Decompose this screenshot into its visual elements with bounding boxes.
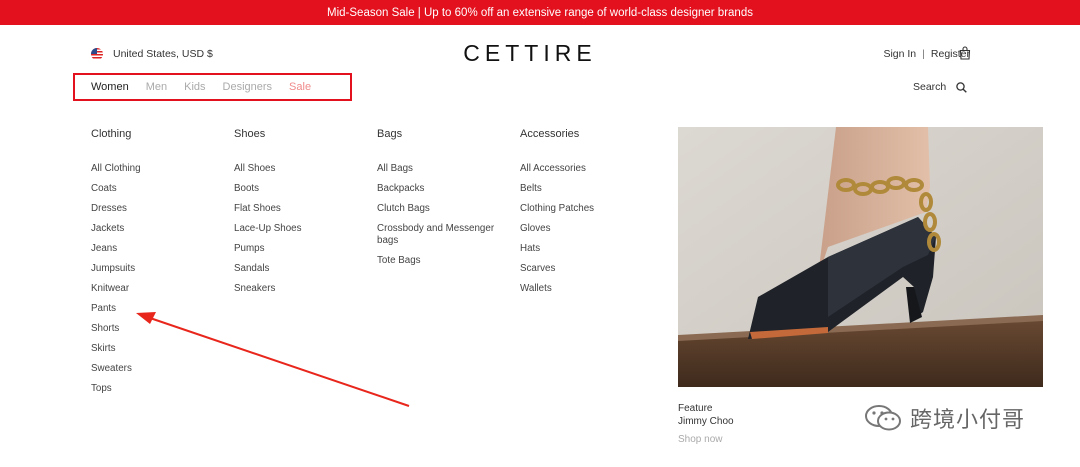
menu-column-title: Clothing <box>91 128 132 140</box>
search-label: Search <box>913 81 947 93</box>
search-button[interactable]: Search <box>913 81 968 93</box>
menu-link[interactable]: Gloves <box>520 219 594 239</box>
shop-now-link[interactable]: Shop now <box>678 433 734 446</box>
menu-link[interactable]: All Clothing <box>91 159 141 179</box>
menu-link[interactable]: Sweaters <box>91 359 141 379</box>
menu-link[interactable]: Clothing Patches <box>520 199 594 219</box>
menu-link[interactable]: Knitwear <box>91 279 141 299</box>
menu-link[interactable]: Clutch Bags <box>377 199 507 219</box>
menu-link[interactable]: Boots <box>234 179 302 199</box>
menu-link[interactable]: Belts <box>520 179 594 199</box>
feature-caption: Feature Jimmy Choo Shop now <box>678 402 734 446</box>
menu-link[interactable]: Shorts <box>91 319 141 339</box>
menu-link[interactable]: Jumpsuits <box>91 259 141 279</box>
feature-kicker: Feature <box>678 403 713 414</box>
menu-column-title: Accessories <box>520 128 580 140</box>
nav-item-kids[interactable]: Kids <box>184 81 205 93</box>
menu-link[interactable]: Crossbody and Messenger bags <box>377 219 507 251</box>
menu-link[interactable]: Hats <box>520 239 594 259</box>
search-icon <box>956 81 968 93</box>
menu-link[interactable]: Wallets <box>520 279 594 299</box>
account-separator: | <box>922 48 925 60</box>
menu-link[interactable]: All Shoes <box>234 159 302 179</box>
menu-link[interactable]: Tops <box>91 379 141 399</box>
site-logo[interactable]: CETTIRE <box>440 40 620 67</box>
nav-item-sale[interactable]: Sale <box>289 81 311 93</box>
promo-banner[interactable]: Mid-Season Sale | Up to 60% off an exten… <box>0 0 1080 25</box>
menu-link[interactable]: All Accessories <box>520 159 594 179</box>
main-nav: Women Men Kids Designers Sale <box>73 73 352 101</box>
menu-link[interactable]: Jeans <box>91 239 141 259</box>
menu-column-shoes: Shoes All Shoes Boots Flat Shoes Lace-Up… <box>234 128 302 299</box>
sign-in-link[interactable]: Sign In <box>883 48 916 60</box>
nav-item-women[interactable]: Women <box>91 81 129 93</box>
menu-link[interactable]: Backpacks <box>377 179 507 199</box>
watermark-text: 跨境小付哥 <box>910 408 1026 433</box>
menu-link[interactable]: Skirts <box>91 339 141 359</box>
menu-link[interactable]: Pumps <box>234 239 302 259</box>
menu-column-title: Bags <box>377 128 403 140</box>
account-links: Sign In | Register <box>883 48 970 60</box>
watermark: 跨境小付哥 <box>864 402 1025 434</box>
menu-link[interactable]: Dresses <box>91 199 141 219</box>
locale-selector[interactable]: United States, USD $ <box>91 48 213 60</box>
shopping-bag-icon[interactable] <box>959 46 971 60</box>
nav-item-designers[interactable]: Designers <box>223 81 273 93</box>
feature-image[interactable] <box>678 127 1043 387</box>
nav-item-men[interactable]: Men <box>146 81 167 93</box>
menu-link-pants[interactable]: Pants <box>91 299 141 319</box>
menu-link[interactable]: Coats <box>91 179 141 199</box>
menu-column-clothing: Clothing All Clothing Coats Dresses Jack… <box>91 128 141 399</box>
menu-link[interactable]: Sandals <box>234 259 302 279</box>
menu-column-bags: Bags All Bags Backpacks Clutch Bags Cros… <box>377 128 507 271</box>
menu-link[interactable]: Sneakers <box>234 279 302 299</box>
menu-column-title: Shoes <box>234 128 266 140</box>
menu-link[interactable]: Jackets <box>91 219 141 239</box>
locale-label: United States, USD $ <box>113 48 213 60</box>
wechat-icon <box>865 405 901 431</box>
menu-link[interactable]: Lace-Up Shoes <box>234 219 302 239</box>
menu-column-accessories: Accessories All Accessories Belts Clothi… <box>520 128 594 299</box>
menu-link[interactable]: Tote Bags <box>377 251 507 271</box>
menu-link[interactable]: Flat Shoes <box>234 199 302 219</box>
menu-link[interactable]: Scarves <box>520 259 594 279</box>
feature-brand[interactable]: Jimmy Choo <box>678 415 734 428</box>
us-flag-icon <box>91 48 103 60</box>
menu-link[interactable]: All Bags <box>377 159 507 179</box>
